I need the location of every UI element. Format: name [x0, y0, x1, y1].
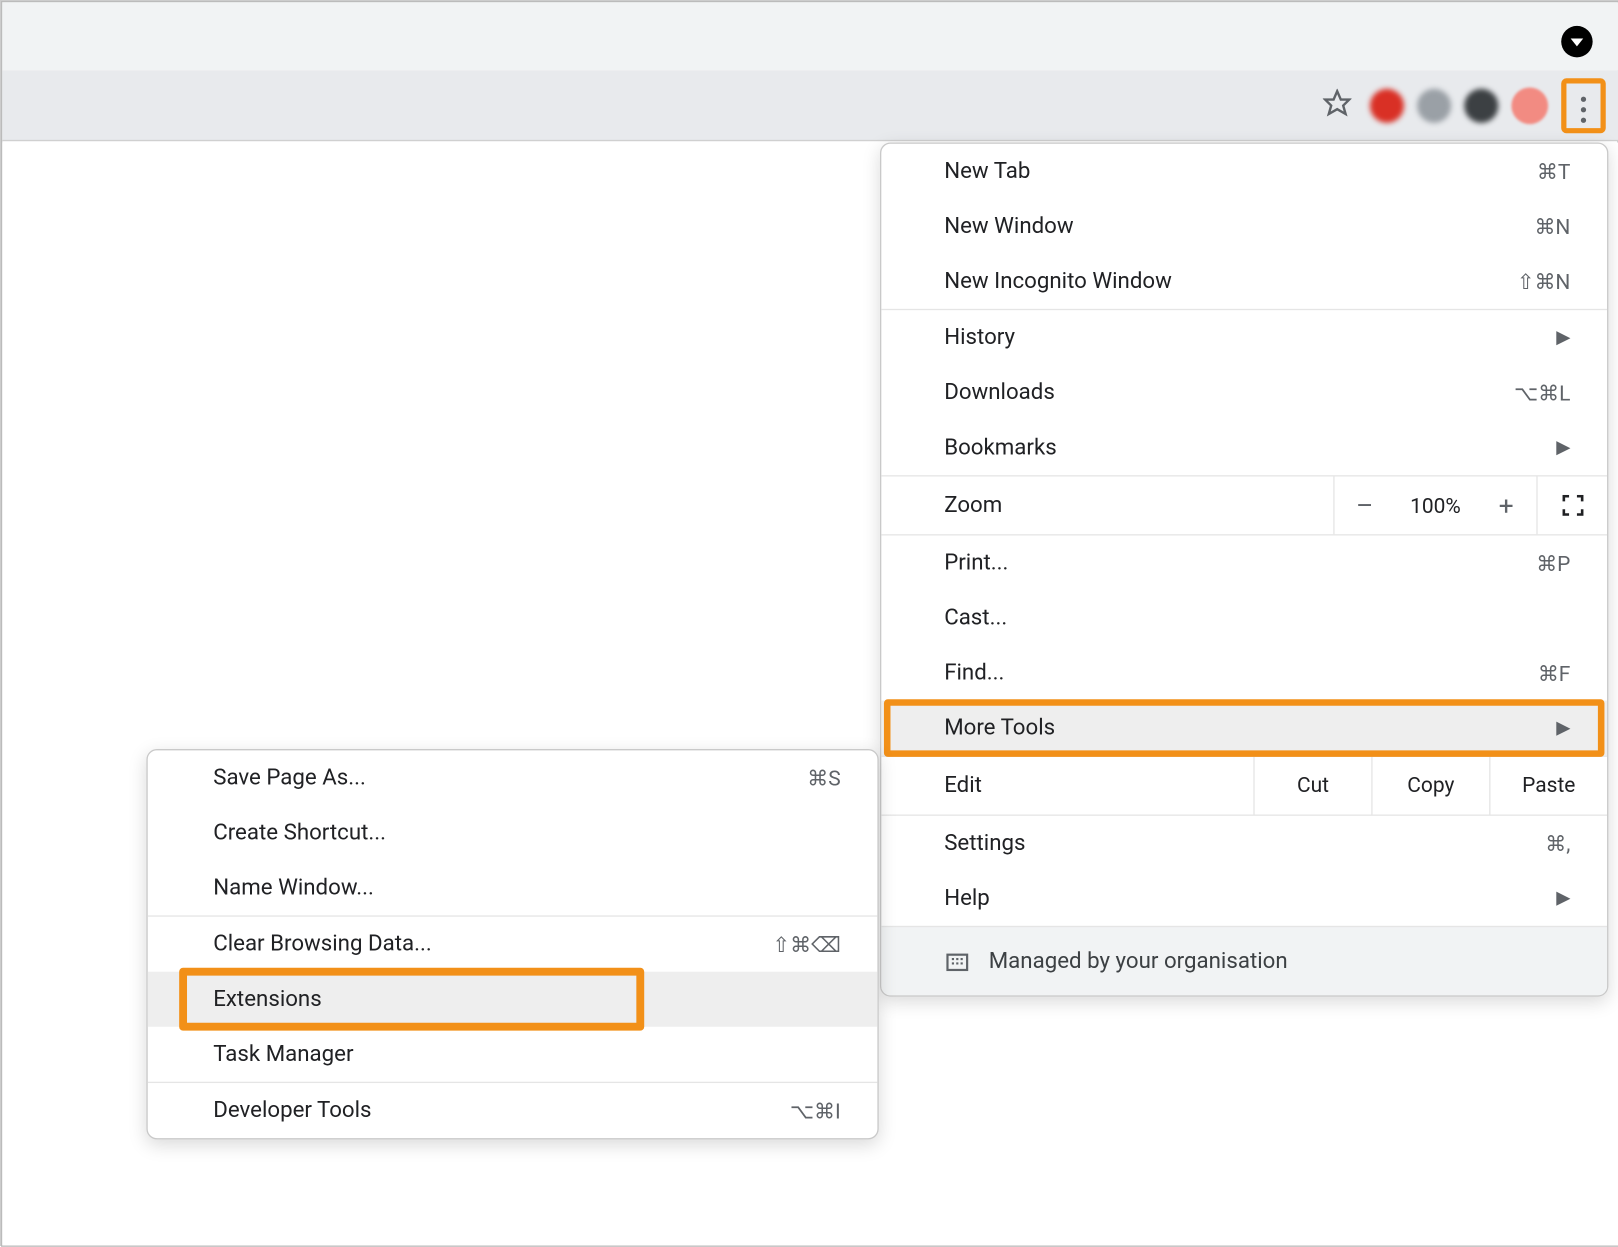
edit-paste-button[interactable]: Paste — [1489, 757, 1607, 815]
tab-strip — [2, 2, 1618, 70]
submenu-save-page[interactable]: Save Page As... ⌘S — [148, 750, 878, 805]
zoom-in-button[interactable]: + — [1476, 490, 1536, 521]
menu-label: Find... — [944, 660, 1004, 686]
submenu-developer-tools[interactable]: Developer Tools ⌥⌘I — [148, 1083, 878, 1138]
menu-label: Clear Browsing Data... — [213, 931, 432, 957]
menu-shortcut: ⌘F — [1538, 661, 1571, 686]
more-tools-submenu: Save Page As... ⌘S Create Shortcut... Na… — [146, 749, 878, 1139]
submenu-create-shortcut[interactable]: Create Shortcut... — [148, 805, 878, 860]
extension-icon-3[interactable] — [1464, 88, 1498, 122]
fullscreen-icon — [1562, 495, 1583, 516]
menu-shortcut: ⌘, — [1545, 831, 1570, 856]
chevron-right-icon: ▶ — [1556, 437, 1570, 458]
menu-label: New Tab — [944, 158, 1030, 184]
chrome-main-menu: New Tab ⌘T New Window ⌘N New Incognito W… — [880, 142, 1608, 996]
menu-bookmarks[interactable]: Bookmarks ▶ — [881, 420, 1607, 475]
menu-shortcut: ⇧⌘N — [1517, 269, 1570, 294]
menu-label: Bookmarks — [944, 435, 1057, 461]
submenu-extensions[interactable]: Extensions — [148, 972, 878, 1027]
menu-label: Name Window... — [213, 875, 374, 901]
menu-downloads[interactable]: Downloads ⌥⌘L — [881, 365, 1607, 420]
menu-managed-footer[interactable]: Managed by your organisation — [881, 926, 1607, 995]
menu-history[interactable]: History ▶ — [881, 310, 1607, 365]
menu-label: Zoom — [881, 477, 1333, 535]
kebab-icon — [1581, 88, 1586, 122]
triangle-down-icon — [1569, 34, 1585, 50]
menu-help[interactable]: Help ▶ — [881, 871, 1607, 926]
edit-copy-button[interactable]: Copy — [1371, 757, 1489, 815]
zoom-value: 100% — [1395, 493, 1476, 518]
menu-settings[interactable]: Settings ⌘, — [881, 816, 1607, 871]
submenu-task-manager[interactable]: Task Manager — [148, 1027, 878, 1082]
chevron-right-icon: ▶ — [1556, 327, 1570, 348]
menu-shortcut: ⌘S — [807, 765, 840, 790]
menu-cast[interactable]: Cast... — [881, 591, 1607, 646]
menu-label: Managed by your organisation — [989, 948, 1288, 974]
extension-icon-2[interactable] — [1417, 88, 1451, 122]
menu-new-window[interactable]: New Window ⌘N — [881, 199, 1607, 254]
menu-shortcut: ⌥⌘I — [790, 1098, 841, 1123]
chrome-menu-button[interactable] — [1561, 78, 1606, 133]
fullscreen-button[interactable] — [1536, 477, 1607, 535]
profile-avatar[interactable] — [1511, 87, 1548, 124]
menu-label: Downloads — [944, 380, 1055, 406]
edit-cut-button[interactable]: Cut — [1253, 757, 1371, 815]
menu-label: More Tools — [944, 715, 1055, 741]
menu-more-tools[interactable]: More Tools ▶ — [881, 701, 1607, 756]
extension-icon-1[interactable] — [1370, 88, 1404, 122]
menu-new-incognito[interactable]: New Incognito Window ⇧⌘N — [881, 254, 1607, 309]
menu-label: Create Shortcut... — [213, 820, 386, 846]
menu-shortcut: ⌘T — [1537, 159, 1570, 184]
menu-find[interactable]: Find... ⌘F — [881, 646, 1607, 701]
menu-label: Task Manager — [213, 1041, 353, 1067]
menu-label: Cast... — [944, 605, 1007, 631]
submenu-clear-browsing[interactable]: Clear Browsing Data... ⇧⌘⌫ — [148, 917, 878, 972]
chevron-right-icon: ▶ — [1556, 718, 1570, 739]
zoom-out-button[interactable]: – — [1335, 490, 1395, 521]
menu-shortcut: ⌘N — [1534, 214, 1570, 239]
menu-label: Print... — [944, 550, 1008, 576]
menu-label: New Window — [944, 213, 1073, 239]
menu-new-tab[interactable]: New Tab ⌘T — [881, 144, 1607, 199]
menu-label: Extensions — [213, 986, 322, 1012]
menu-label: New Incognito Window — [944, 268, 1172, 294]
tab-overflow-button[interactable] — [1561, 26, 1592, 57]
star-icon[interactable] — [1323, 88, 1352, 122]
menu-label: Save Page As... — [213, 765, 366, 791]
menu-label: Developer Tools — [213, 1097, 371, 1123]
chevron-right-icon: ▶ — [1556, 888, 1570, 909]
menu-shortcut: ⌘P — [1536, 551, 1570, 576]
menu-label: Help — [944, 885, 990, 911]
menu-shortcut: ⌥⌘L — [1514, 380, 1570, 405]
menu-zoom-row: Zoom – 100% + — [881, 475, 1607, 535]
menu-shortcut: ⇧⌘⌫ — [773, 932, 841, 957]
menu-edit-row: Edit Cut Copy Paste — [881, 756, 1607, 816]
menu-label: Settings — [944, 830, 1025, 856]
menu-print[interactable]: Print... ⌘P — [881, 535, 1607, 590]
building-icon — [944, 948, 970, 974]
submenu-name-window[interactable]: Name Window... — [148, 860, 878, 915]
browser-toolbar — [2, 70, 1618, 141]
menu-label: Edit — [881, 757, 1253, 815]
menu-label: History — [944, 325, 1015, 351]
